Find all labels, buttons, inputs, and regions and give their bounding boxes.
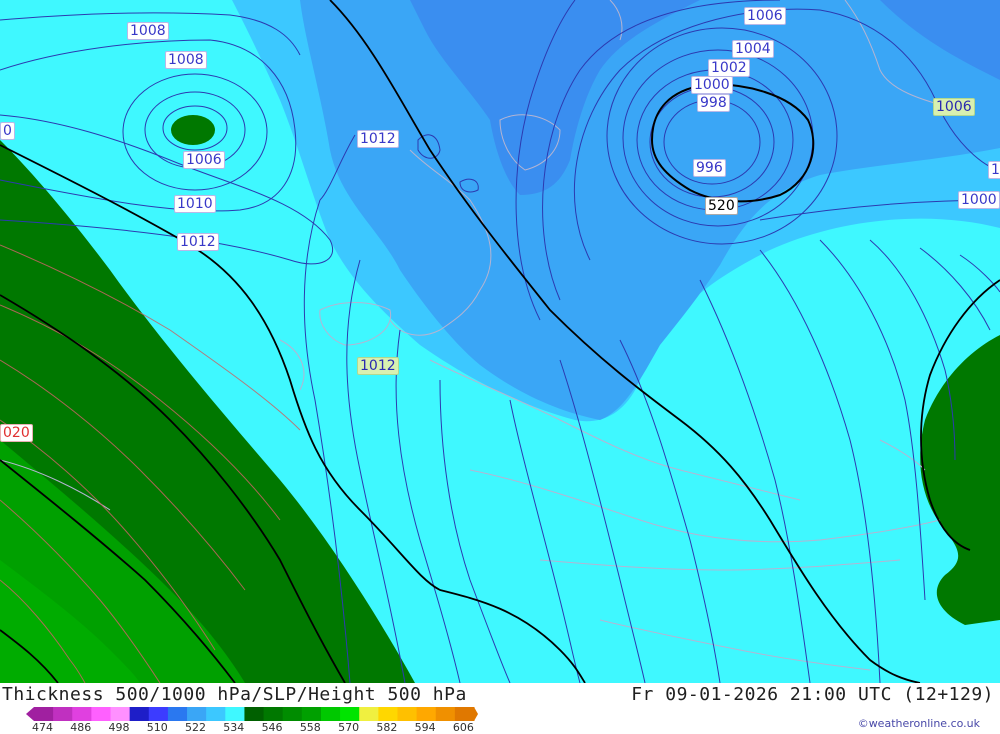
legend-tick-label: 582 xyxy=(376,721,398,734)
isobar-label: 1 xyxy=(988,161,1000,179)
legend-tick-label: 558 xyxy=(299,721,321,734)
legend-arrow-right xyxy=(474,707,478,721)
isobar-label: 1012 xyxy=(177,233,219,251)
map-title: Thickness 500/1000 hPa/SLP/Height 500 hP… xyxy=(2,684,467,705)
isobar-label: 1000 xyxy=(958,191,1000,209)
legend-swatch xyxy=(454,707,475,721)
legend-tick-label: 546 xyxy=(261,721,283,734)
legend-tick-label: 606 xyxy=(452,721,474,734)
legend-tick-label: 522 xyxy=(185,721,207,734)
legend-tick-label: 498 xyxy=(108,721,130,734)
legend-swatch xyxy=(378,707,398,721)
isobar-label: 1010 xyxy=(174,195,216,213)
isobar-label: 1008 xyxy=(127,22,169,40)
thickness-label: 520 xyxy=(705,197,738,215)
legend-swatch xyxy=(263,707,284,721)
isobar-label: 1004 xyxy=(732,40,774,58)
legend-arrow-left xyxy=(26,707,34,721)
height-label: 020 xyxy=(0,424,33,442)
legend-tick-label: 534 xyxy=(223,721,245,734)
valid-time: Fr 09-01-2026 21:00 UTC (12+129) xyxy=(631,684,994,705)
legend-swatch xyxy=(340,707,360,721)
legend-swatch xyxy=(72,707,92,721)
legend-swatch xyxy=(225,707,245,721)
legend-swatch xyxy=(397,707,418,721)
isobar-label: 998 xyxy=(697,94,730,112)
footer: Thickness 500/1000 hPa/SLP/Height 500 hP… xyxy=(0,683,1000,734)
legend-tick-label: 594 xyxy=(414,721,436,734)
isobar-label: 1006 xyxy=(183,151,225,169)
legend-swatch xyxy=(187,707,207,721)
legend-tick-label: 510 xyxy=(146,721,168,734)
credit-link[interactable]: ©weatheronline.co.uk xyxy=(858,717,980,730)
legend-swatch xyxy=(359,707,379,721)
legend-swatch xyxy=(167,707,188,721)
legend-swatch xyxy=(53,707,73,721)
legend-swatch xyxy=(129,707,150,721)
legend-tick-label: 474 xyxy=(32,721,53,734)
legend-swatch xyxy=(282,707,303,721)
legend-tick-label: 570 xyxy=(338,721,360,734)
legend-swatch xyxy=(244,707,265,721)
legend-swatch xyxy=(110,707,131,721)
isobar-label: 1006 xyxy=(933,98,975,116)
isobar-label: 0 xyxy=(0,122,15,140)
legend-tick-label: 486 xyxy=(70,721,92,734)
legend-swatch xyxy=(320,707,341,721)
isobar-label: 1012 xyxy=(357,357,399,375)
isobar-label: 1000 xyxy=(691,76,733,94)
isobar-label: 1002 xyxy=(708,59,750,77)
thickness-blob-green xyxy=(171,115,215,145)
legend-swatch xyxy=(206,707,226,721)
legend-swatch xyxy=(34,707,54,721)
legend-swatch xyxy=(301,707,322,721)
legend-swatch xyxy=(435,707,456,721)
isobar-label: 1008 xyxy=(165,51,207,69)
color-legend xyxy=(26,707,478,721)
isobar-label: 1012 xyxy=(357,130,399,148)
legend-swatch xyxy=(416,707,437,721)
legend-swatch xyxy=(148,707,169,721)
weather-map xyxy=(0,0,1000,683)
isobar-label: 1006 xyxy=(744,7,786,25)
legend-swatch xyxy=(91,707,112,721)
isobar-label: 996 xyxy=(693,159,726,177)
